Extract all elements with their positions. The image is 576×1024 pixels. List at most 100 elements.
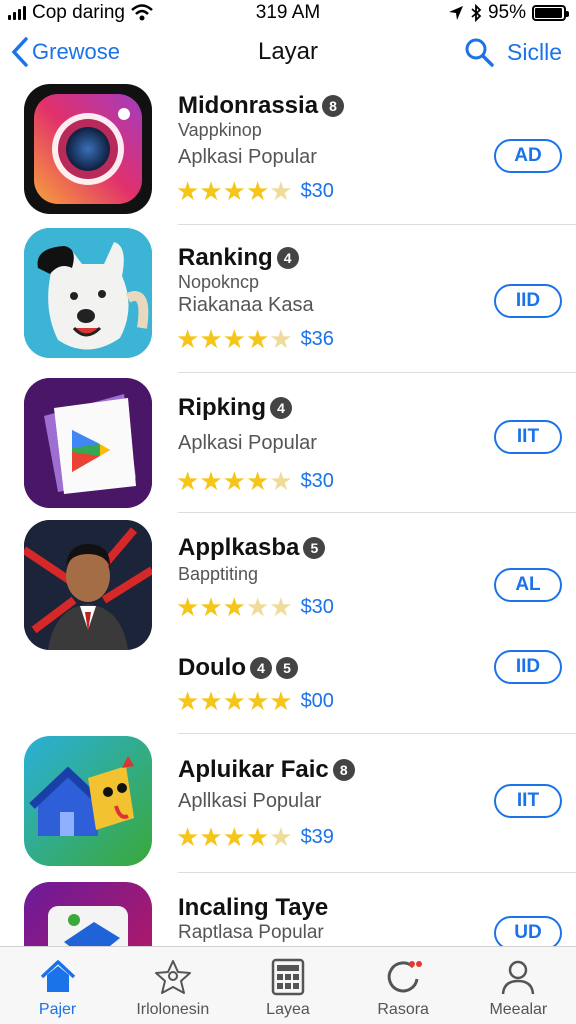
list-item[interactable]: Ripking 4 Aplkasi Popular ★ ★ ★ ★ ★ $30 IIT (0, 374, 576, 514)
star-rating: ★ ★ ★ ★ ★ (176, 688, 293, 714)
rating-row: ★ ★ ★ ★ ★ $30 (176, 178, 334, 204)
refresh-icon (387, 961, 423, 993)
get-button[interactable]: AL (494, 568, 562, 602)
app-price: $00 (300, 689, 334, 712)
grid-icon (271, 958, 305, 996)
app-name: Applkasba 5 (178, 534, 326, 562)
count-badge: 4 (249, 657, 272, 679)
battery-icon (532, 5, 569, 21)
star-icon: ★ (199, 466, 223, 496)
app-price: $30 (300, 595, 334, 618)
rating-row: ★ ★ ★ ★ ★ $39 (176, 824, 334, 850)
tab-meealar[interactable]: Meealar (463, 957, 573, 1019)
nav-bar: Grewose Layar Siclle (0, 28, 576, 76)
tab-rasora[interactable]: Rasora (348, 957, 458, 1019)
divider (178, 872, 576, 873)
tab-irlolonesin[interactable]: Irlolonesin (118, 957, 228, 1019)
app-category: Riakanaa Kasa (178, 294, 314, 316)
tab-label: Pajer (38, 1001, 77, 1018)
star-icon: ★ (176, 686, 200, 716)
app-category: Raptlasa Popular (178, 922, 324, 943)
star-figure-icon (154, 960, 191, 994)
list-item[interactable]: Apluikar Faic 8 Apllkasi Popular ★ ★ ★ ★ ★ $3… (0, 734, 576, 874)
list-item[interactable]: Ranking 4 Nopokncp Riakanaa Kasa ★ ★ ★ ★ ★ $3… (0, 226, 576, 374)
count-badge: 8 (332, 759, 355, 781)
tab-bar: Pajer Irlolonesin Layea Rasora Meealar (0, 946, 576, 1024)
status-bar: Cop daring 319 AM 95% (0, 0, 576, 26)
tab-label: Layea (266, 1001, 310, 1018)
list-item[interactable]: Doulo 4 5 ★ ★ ★ ★ ★ $00 IID (0, 634, 576, 734)
star-icon: ★ (176, 324, 200, 354)
count-badge: 4 (276, 247, 299, 269)
app-name: Apluikar Faic 8 (178, 756, 355, 784)
star-icon: ★ (269, 592, 293, 622)
star-icon: ★ (222, 176, 246, 206)
star-rating: ★ ★ ★ ★ ★ (176, 178, 293, 204)
star-icon: ★ (222, 324, 246, 354)
divider (178, 372, 576, 373)
get-button[interactable]: IID (494, 284, 562, 318)
star-rating: ★ ★ ★ ★ ★ (176, 594, 293, 620)
star-icon: ★ (245, 592, 270, 622)
app-price: $36 (300, 327, 334, 350)
star-icon: ★ (245, 176, 270, 206)
tab-label: Meealar (489, 1001, 548, 1018)
star-icon: ★ (269, 466, 293, 496)
star-icon: ★ (199, 822, 223, 852)
app-name: Ranking 4 (178, 244, 299, 272)
back-button[interactable]: Grewose (10, 36, 120, 68)
rating-row: ★ ★ ★ ★ ★ $30 (176, 468, 334, 494)
tab-label: Rasora (377, 1001, 429, 1018)
app-category: Aplkasi Popular (178, 432, 317, 454)
app-name: Ripking 4 (178, 394, 292, 422)
app-price: $30 (300, 469, 334, 492)
right-nav-button[interactable]: Siclle (507, 39, 562, 66)
tab-pajer[interactable]: Pajer (3, 957, 113, 1019)
person-photo-app-icon (24, 520, 152, 650)
divider (178, 224, 576, 225)
get-button[interactable]: UD (494, 916, 562, 946)
get-button[interactable]: IIT (494, 784, 562, 818)
star-icon: ★ (245, 822, 270, 852)
app-name: Doulo 4 5 (178, 654, 298, 682)
star-icon: ★ (269, 324, 293, 354)
list-item[interactable]: Incaling Taye Raptlasa Popular UD (0, 874, 576, 946)
count-badge: 8 (322, 95, 345, 117)
house-app-icon (24, 736, 152, 866)
star-icon: ★ (176, 592, 200, 622)
chevron-left-icon (11, 37, 28, 67)
list-item[interactable]: Midonrassia 8 Vappkinop Aplkasi Popular ★… (0, 80, 576, 226)
app-subtitle: Bapptiting (178, 564, 259, 584)
star-icon: ★ (222, 822, 246, 852)
app-category: Apllkasi Popular (178, 790, 322, 812)
tab-layea[interactable]: Layea (233, 957, 343, 1019)
star-icon: ★ (176, 822, 200, 852)
star-icon: ★ (222, 592, 246, 622)
app-name: Incaling Taye (178, 894, 329, 921)
star-rating: ★ ★ ★ ★ ★ (176, 824, 293, 850)
star-icon: ★ (199, 686, 223, 716)
star-icon: ★ (245, 466, 270, 496)
count-badge: 4 (270, 397, 292, 419)
folder-app-icon (24, 882, 152, 946)
list-item[interactable]: Applkasba 5 Bapptiting ★ ★ ★ ★ ★ $30 AL (0, 514, 576, 650)
star-icon: ★ (245, 686, 270, 716)
camera-app-icon (24, 84, 152, 214)
person-icon (502, 960, 535, 995)
app-subtitle: Nopokncp (178, 272, 260, 292)
rating-row: ★ ★ ★ ★ ★ $30 (176, 594, 334, 620)
get-button[interactable]: AD (494, 139, 562, 173)
back-label: Grewose (32, 39, 121, 64)
star-icon: ★ (199, 176, 223, 206)
star-rating: ★ ★ ★ ★ ★ (176, 468, 293, 494)
search-icon[interactable] (463, 36, 495, 68)
app-category: Aplkasi Popular (178, 146, 317, 168)
get-button[interactable]: IID (494, 650, 562, 684)
star-icon: ★ (245, 324, 270, 354)
count-badge: 5 (303, 537, 326, 559)
get-button[interactable]: IIT (494, 420, 562, 454)
app-price: $30 (300, 179, 334, 202)
tab-label: Irlolonesin (136, 1001, 210, 1018)
dog-app-icon (24, 228, 152, 358)
play-store-app-icon (24, 378, 152, 508)
